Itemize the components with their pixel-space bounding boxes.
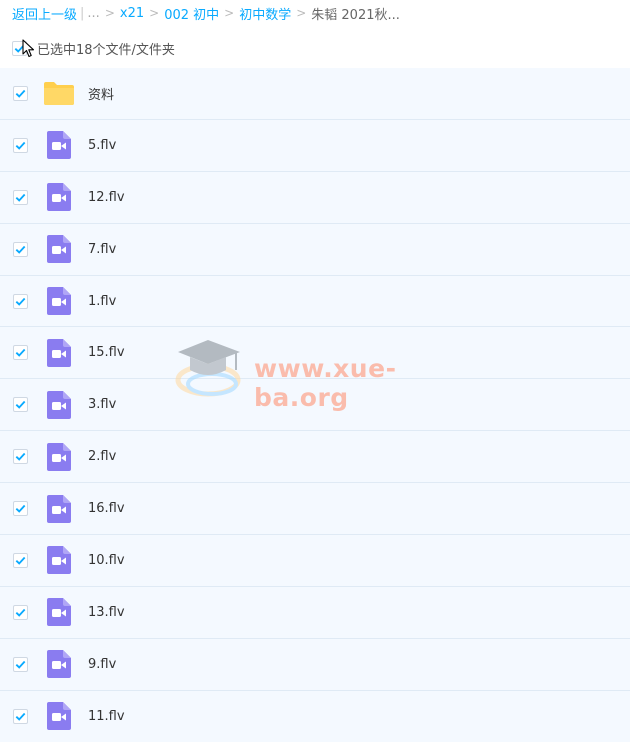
file-row[interactable]: 15.flv bbox=[0, 327, 630, 380]
file-name[interactable]: 11.flv bbox=[88, 709, 125, 724]
video-icon-wrap bbox=[43, 389, 75, 421]
file-name[interactable]: 1.flv bbox=[88, 294, 116, 309]
video-icon-wrap bbox=[43, 441, 75, 473]
file-list: 资料 5.flv 12.flv 7.flv 1.flv 15.flv 3.flv 2.flv 1… bbox=[0, 68, 630, 742]
row-checkbox[interactable] bbox=[13, 708, 28, 724]
video-file-icon bbox=[47, 702, 71, 731]
file-row[interactable]: 10.flv bbox=[0, 535, 630, 587]
checkmark-icon bbox=[15, 504, 26, 513]
video-file-icon bbox=[47, 442, 71, 471]
file-row[interactable]: 11.flv bbox=[0, 690, 630, 742]
checkmark-icon bbox=[15, 712, 26, 721]
video-icon-wrap bbox=[43, 285, 75, 317]
file-name[interactable]: 9.flv bbox=[88, 657, 116, 672]
video-icon-wrap bbox=[43, 337, 75, 369]
file-row[interactable]: 13.flv bbox=[0, 586, 630, 639]
video-file-icon bbox=[47, 235, 71, 264]
row-checkbox[interactable] bbox=[13, 501, 28, 517]
checkmark-icon bbox=[15, 349, 26, 358]
file-name[interactable]: 资料 bbox=[88, 84, 114, 103]
video-file-icon bbox=[47, 546, 71, 575]
checkmark-icon bbox=[15, 556, 26, 565]
selection-bar: 已选中18个文件/文件夹 bbox=[12, 38, 175, 58]
file-row[interactable]: 3.flv bbox=[0, 379, 630, 432]
file-name[interactable]: 10.flv bbox=[88, 553, 125, 568]
breadcrumb: 返回上一级 | ... > x21 > 002 初中 > 初中数学 > 朱韬 2… bbox=[12, 3, 400, 23]
video-icon-wrap bbox=[43, 648, 75, 680]
checkmark-icon bbox=[15, 608, 26, 617]
file-row[interactable]: 9.flv bbox=[0, 638, 630, 691]
file-name[interactable]: 12.flv bbox=[88, 190, 125, 205]
breadcrumb-separator: > bbox=[224, 6, 235, 20]
row-checkbox[interactable] bbox=[13, 137, 28, 153]
row-checkbox[interactable] bbox=[13, 293, 28, 309]
row-checkbox[interactable] bbox=[13, 604, 28, 620]
file-row[interactable]: 7.flv bbox=[0, 223, 630, 276]
video-icon-wrap bbox=[43, 700, 75, 732]
video-icon-wrap bbox=[43, 233, 75, 265]
video-icon-wrap bbox=[43, 181, 75, 213]
checkmark-icon bbox=[15, 89, 26, 98]
checkmark-icon bbox=[15, 297, 26, 306]
video-icon-wrap bbox=[43, 493, 75, 525]
checkmark-icon bbox=[15, 245, 26, 254]
video-file-icon bbox=[47, 183, 71, 212]
folder-icon bbox=[44, 82, 74, 106]
breadcrumb-item-junior-high[interactable]: 002 初中 bbox=[164, 4, 219, 23]
video-file-icon bbox=[47, 650, 71, 679]
file-row[interactable]: 2.flv bbox=[0, 431, 630, 484]
file-row[interactable]: 1.flv bbox=[0, 275, 630, 328]
video-file-icon bbox=[47, 598, 71, 627]
mouse-cursor-icon bbox=[22, 39, 35, 58]
folder-icon-wrap bbox=[43, 77, 75, 109]
folder-row[interactable]: 资料 bbox=[0, 68, 630, 120]
checkmark-icon bbox=[15, 401, 26, 410]
video-icon-wrap bbox=[43, 129, 75, 161]
checkmark-icon bbox=[15, 660, 26, 669]
breadcrumb-item-math[interactable]: 初中数学 bbox=[239, 4, 291, 23]
video-file-icon bbox=[47, 131, 71, 160]
video-file-icon bbox=[47, 287, 71, 315]
file-name[interactable]: 2.flv bbox=[88, 449, 116, 464]
file-row[interactable]: 16.flv bbox=[0, 483, 630, 536]
breadcrumb-divider: | bbox=[80, 5, 85, 21]
row-checkbox[interactable] bbox=[13, 656, 28, 672]
file-row[interactable]: 5.flv bbox=[0, 119, 630, 172]
row-checkbox[interactable] bbox=[13, 552, 28, 568]
row-checkbox[interactable] bbox=[13, 345, 28, 361]
file-name[interactable]: 15.flv bbox=[88, 345, 125, 360]
checkmark-icon bbox=[15, 193, 26, 202]
video-icon-wrap bbox=[43, 596, 75, 628]
back-link[interactable]: 返回上一级 bbox=[12, 4, 77, 23]
file-name[interactable]: 3.flv bbox=[88, 397, 116, 412]
row-checkbox[interactable] bbox=[13, 85, 28, 101]
file-name[interactable]: 16.flv bbox=[88, 501, 125, 516]
file-row[interactable]: 12.flv bbox=[0, 171, 630, 224]
breadcrumb-item-x21[interactable]: x21 bbox=[120, 6, 144, 21]
breadcrumb-current: 朱韬 2021秋... bbox=[311, 7, 400, 23]
breadcrumb-separator: > bbox=[149, 6, 160, 20]
file-name[interactable]: 5.flv bbox=[88, 138, 116, 153]
breadcrumb-separator: > bbox=[104, 6, 115, 20]
file-name[interactable]: 7.flv bbox=[88, 242, 116, 257]
breadcrumb-ellipsis[interactable]: ... bbox=[87, 6, 99, 21]
video-icon-wrap bbox=[43, 544, 75, 576]
file-name[interactable]: 13.flv bbox=[88, 605, 125, 620]
video-file-icon bbox=[47, 338, 71, 367]
video-file-icon bbox=[47, 390, 71, 419]
checkmark-icon bbox=[15, 141, 26, 150]
row-checkbox[interactable] bbox=[13, 189, 28, 205]
breadcrumb-separator: > bbox=[296, 6, 307, 20]
row-checkbox[interactable] bbox=[13, 397, 28, 413]
row-checkbox[interactable] bbox=[13, 449, 28, 465]
video-file-icon bbox=[47, 494, 71, 523]
row-checkbox[interactable] bbox=[13, 241, 28, 257]
selection-count: 已选中18个文件/文件夹 bbox=[37, 42, 175, 58]
checkmark-icon bbox=[15, 453, 26, 461]
